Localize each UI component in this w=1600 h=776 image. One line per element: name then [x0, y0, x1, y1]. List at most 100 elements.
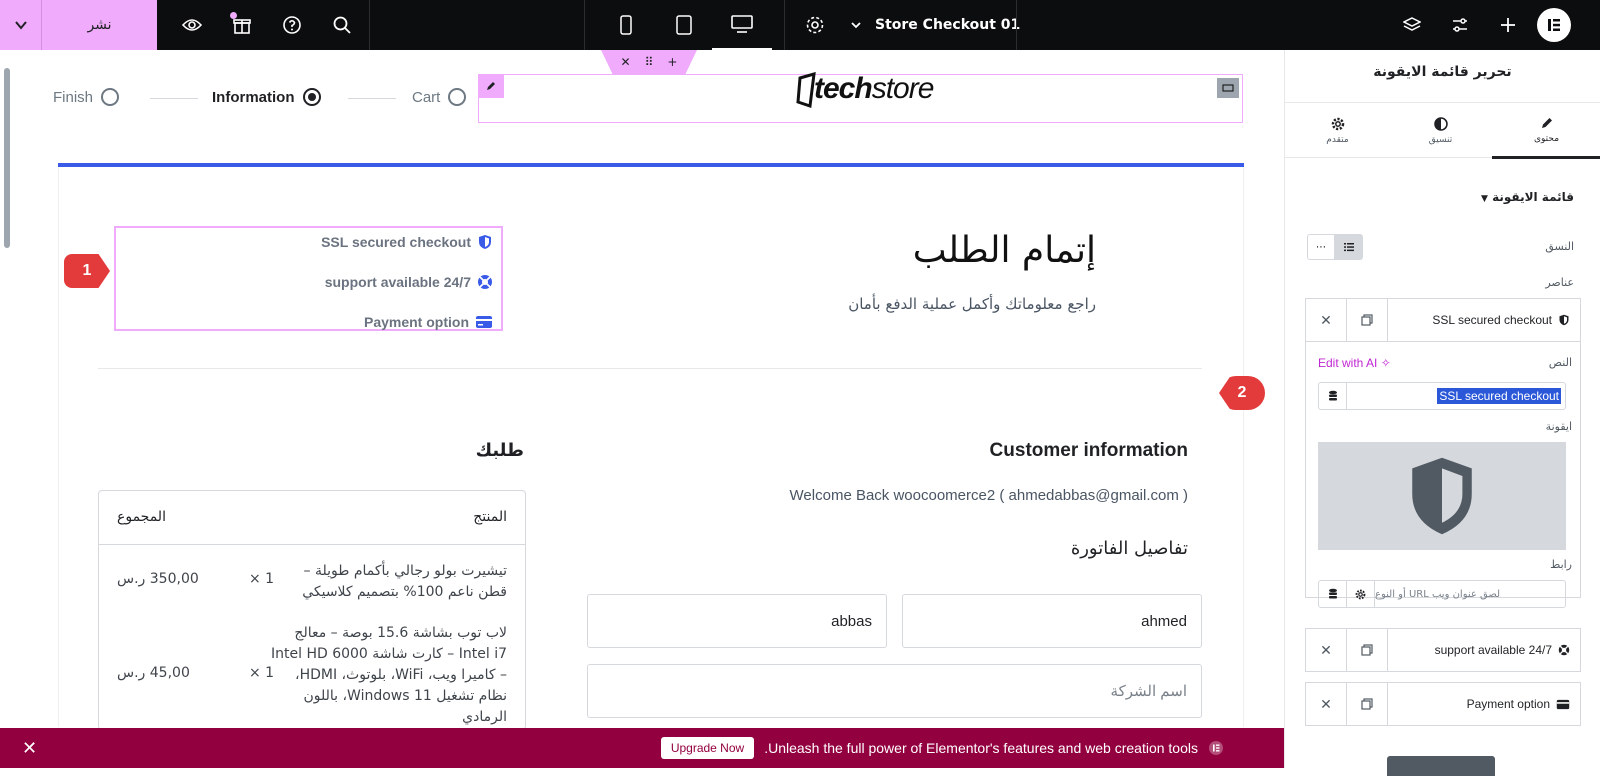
- elementor-logo-button[interactable]: [1537, 8, 1571, 42]
- edit-with-ai-button[interactable]: Edit with AI ✧: [1318, 356, 1391, 370]
- container-handle[interactable]: ✕ ⠿ +: [601, 50, 697, 74]
- tab-style[interactable]: تنسيق: [1388, 103, 1493, 159]
- layout-toggle: ⋯: [1307, 234, 1363, 260]
- item-quantity: × 1: [249, 571, 275, 587]
- link-input[interactable]: لصق عنوان ويب URL أو النوع: [1318, 580, 1566, 608]
- ellipsis-icon: ⋯: [1316, 241, 1326, 253]
- text-input[interactable]: SSL secured checkout: [1318, 382, 1566, 410]
- device-desktop-button[interactable]: [712, 0, 772, 50]
- remove-item-button[interactable]: ✕: [1306, 629, 1347, 671]
- site-settings-button[interactable]: [1440, 0, 1480, 50]
- repeater-item-header[interactable]: ✕ SSL secured checkout: [1306, 299, 1580, 341]
- shield-icon: [1559, 314, 1569, 326]
- device-tablet-button[interactable]: [664, 0, 704, 50]
- repeater-item-editor: النص Edit with AI ✧ SSL secured checkout…: [1306, 341, 1580, 608]
- icon-list-text: support available 24/7: [324, 274, 471, 290]
- eye-icon: [182, 19, 202, 31]
- page-settings-button[interactable]: [795, 0, 835, 50]
- layout-inline-button[interactable]: ⋯: [1308, 235, 1335, 259]
- contrast-icon: [1433, 117, 1448, 131]
- last-name-field[interactable]: abbas: [587, 594, 887, 648]
- section-toggle[interactable]: قائمة الايقونة ▼: [1481, 190, 1574, 204]
- step-indicator: [448, 88, 467, 106]
- dynamic-tags-button[interactable]: [1319, 581, 1347, 607]
- publish-options-button[interactable]: [0, 0, 42, 50]
- document-title[interactable]: Store Checkout 01: [875, 0, 1020, 50]
- document-menu-toggle[interactable]: [846, 0, 866, 50]
- product-name-line: نظام تشغيل Windows 11، باللون: [303, 688, 508, 704]
- structure-button[interactable]: [1392, 0, 1432, 50]
- remove-item-button[interactable]: ✕: [1306, 299, 1347, 341]
- icon-list-item[interactable]: SSL secured checkout: [321, 234, 493, 250]
- edit-widget-button[interactable]: [478, 74, 504, 98]
- search-button[interactable]: [322, 0, 362, 50]
- repeater-item: ✕ support available 24/7: [1305, 628, 1581, 672]
- item-total: 350,00 ر.س: [117, 571, 199, 587]
- repeater-item-header[interactable]: ✕ Payment option: [1306, 683, 1580, 725]
- remove-item-button[interactable]: ✕: [1306, 683, 1347, 725]
- company-name-field[interactable]: اسم الشركة: [587, 664, 1202, 718]
- lifebuoy-icon: [478, 275, 492, 289]
- panel-title: تحرير قائمة الايقونة: [1373, 64, 1512, 80]
- notification-dot: [230, 12, 237, 19]
- separator: [584, 0, 585, 50]
- pencil-icon: [487, 82, 495, 90]
- sparkle-icon: ✧: [1380, 356, 1391, 370]
- column-handle[interactable]: [1217, 78, 1239, 98]
- add-item-button[interactable]: [1387, 756, 1495, 776]
- link-options-button[interactable]: [1347, 581, 1375, 607]
- icon-list-widget[interactable]: SSL secured checkout support available 2…: [114, 226, 503, 331]
- preview-button[interactable]: [172, 0, 212, 50]
- item-quantity: × 1: [249, 665, 275, 681]
- step-cart: Cart: [412, 88, 467, 106]
- repeater-item-open: ✕ SSL secured checkout النص Edit with AI…: [1305, 298, 1581, 608]
- close-icon: ✕: [1320, 311, 1332, 328]
- icon-label: ايقونة: [1545, 420, 1572, 433]
- items-label: عناصر: [1545, 276, 1574, 289]
- tab-content[interactable]: محتوى: [1492, 103, 1600, 159]
- icon-picker[interactable]: [1318, 442, 1566, 550]
- upgrade-now-button[interactable]: Upgrade Now: [660, 737, 755, 759]
- add-element-button[interactable]: [1488, 0, 1528, 50]
- close-icon[interactable]: ✕: [22, 728, 37, 768]
- tab-label: متقدم: [1326, 135, 1349, 145]
- duplicate-item-button[interactable]: [1347, 629, 1388, 671]
- chevron-down-icon: [851, 22, 861, 29]
- editor-panel: تحرير قائمة الايقونة محتوى تنسيق متقدم ق…: [1219, 50, 1600, 776]
- column-header-product: المنتج: [473, 509, 507, 525]
- copy-icon: [1361, 698, 1373, 710]
- item-total: 45,00 ر.س: [117, 665, 190, 681]
- duplicate-item-button[interactable]: [1347, 683, 1388, 725]
- plus-icon: [1501, 18, 1515, 32]
- publish-button[interactable]: نشر: [42, 0, 157, 50]
- repeater-item-title: Payment option: [1466, 697, 1550, 711]
- icon-list-item[interactable]: Payment option: [364, 314, 493, 330]
- product-name-line: لاب توب بشاشة 15.6 بوصة – معالج: [294, 625, 507, 641]
- list-icon: [1343, 243, 1354, 252]
- delete-icon[interactable]: ✕: [621, 55, 631, 69]
- drag-handle-icon[interactable]: ⠿: [645, 55, 654, 69]
- canvas-scrollbar[interactable]: [4, 68, 10, 248]
- promo-banner: ✕ Upgrade Now .Unleash the full power of…: [0, 728, 1284, 768]
- repeater-item-header[interactable]: ✕ support available 24/7: [1306, 629, 1580, 671]
- product-name-line: الرمادي: [462, 709, 507, 725]
- tab-advanced[interactable]: متقدم: [1285, 103, 1390, 159]
- mobile-icon: [620, 15, 632, 35]
- device-mobile-button[interactable]: [606, 0, 646, 50]
- billing-details-title: تفاصيل الفاتورة: [1070, 538, 1188, 559]
- duplicate-item-button[interactable]: [1347, 299, 1388, 341]
- step-information: Information: [212, 88, 321, 106]
- first-name-field[interactable]: ahmed: [902, 594, 1202, 648]
- whats-new-button[interactable]: [222, 0, 262, 50]
- sliders-icon: [1453, 18, 1467, 32]
- elementor-logo-icon: [1548, 19, 1560, 31]
- layout-default-button[interactable]: [1335, 235, 1362, 259]
- icon-list-text: Payment option: [363, 314, 469, 330]
- layout-label: النسق: [1545, 240, 1574, 253]
- help-button[interactable]: [272, 0, 312, 50]
- tab-label: تنسيق: [1428, 135, 1453, 145]
- icon-list-item[interactable]: support available 24/7: [325, 274, 493, 290]
- add-icon[interactable]: +: [667, 55, 677, 69]
- dynamic-tags-button[interactable]: [1319, 383, 1347, 409]
- gear-icon: [1355, 589, 1366, 599]
